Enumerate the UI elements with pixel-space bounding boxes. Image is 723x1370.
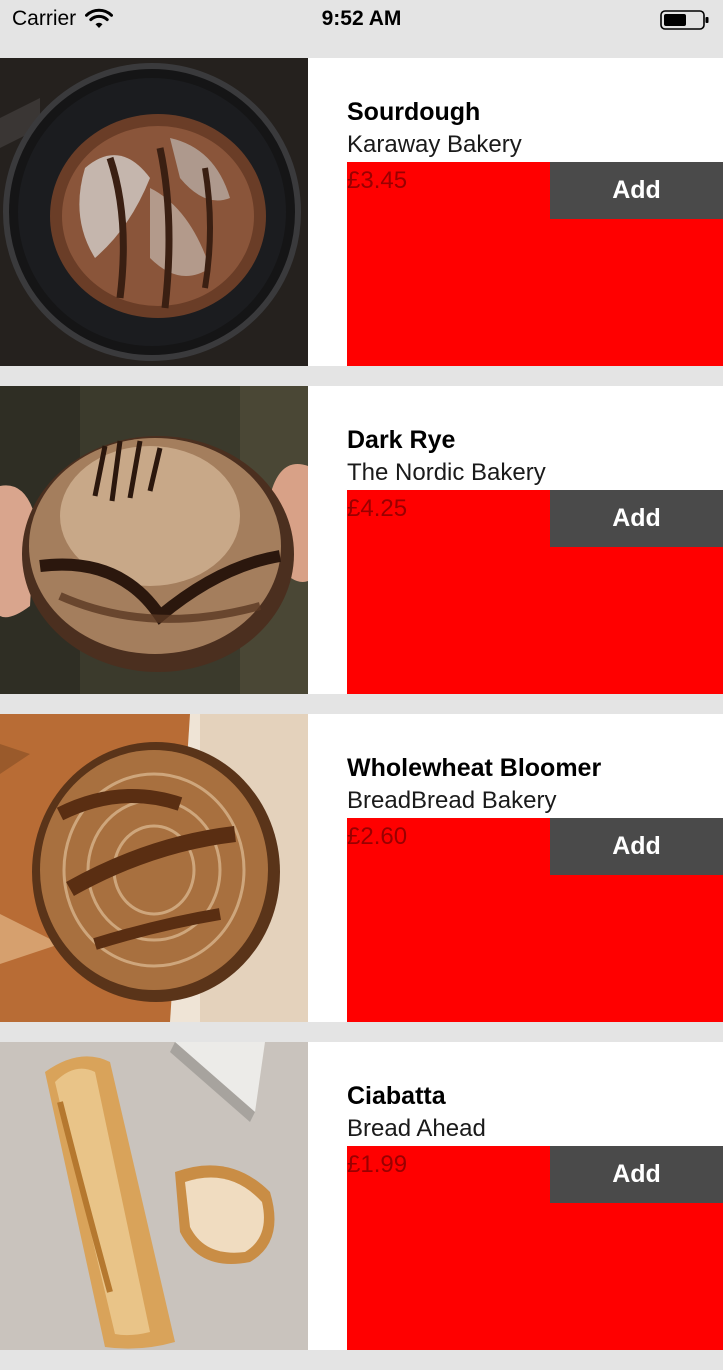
clock: 9:52 AM xyxy=(321,7,402,30)
product-price: £3.45 xyxy=(347,167,408,194)
product-name: Ciabatta xyxy=(347,1082,446,1110)
product-card: Wholewheat Bloomer BreadBread Bakery £2.… xyxy=(0,714,723,1022)
price-panel: £3.45 Add xyxy=(347,162,723,366)
add-button[interactable]: Add xyxy=(550,818,723,875)
product-price: £1.99 xyxy=(347,1151,408,1178)
product-list: Sourdough Karaway Bakery £3.45 Add Dark … xyxy=(0,58,723,1370)
product-image xyxy=(0,1042,308,1350)
price-panel: £4.25 Add xyxy=(347,490,723,694)
product-image xyxy=(0,386,308,694)
product-price: £4.25 xyxy=(347,495,408,522)
add-button[interactable]: Add xyxy=(550,490,723,547)
product-name: Sourdough xyxy=(347,98,481,126)
status-bar: Carrier 9:52 AM xyxy=(0,0,723,40)
bakery-name: The Nordic Bakery xyxy=(347,459,546,486)
product-name: Wholewheat Bloomer xyxy=(347,754,602,782)
product-image xyxy=(0,58,308,366)
add-button[interactable]: Add xyxy=(550,162,723,219)
product-card: Sourdough Karaway Bakery £3.45 Add xyxy=(0,58,723,366)
product-price: £2.60 xyxy=(347,823,408,850)
product-name: Dark Rye xyxy=(347,426,456,454)
product-card: Dark Rye The Nordic Bakery £4.25 Add xyxy=(0,386,723,694)
product-card: Ciabatta Bread Ahead £1.99 Add xyxy=(0,1042,723,1350)
price-panel: £1.99 Add xyxy=(347,1146,723,1350)
bakery-name: BreadBread Bakery xyxy=(347,787,557,814)
battery-icon xyxy=(660,10,709,30)
product-image xyxy=(0,714,308,1022)
price-panel: £2.60 Add xyxy=(347,818,723,1022)
bakery-name: Bread Ahead xyxy=(347,1115,486,1142)
bakery-name: Karaway Bakery xyxy=(347,131,522,158)
add-button[interactable]: Add xyxy=(550,1146,723,1203)
